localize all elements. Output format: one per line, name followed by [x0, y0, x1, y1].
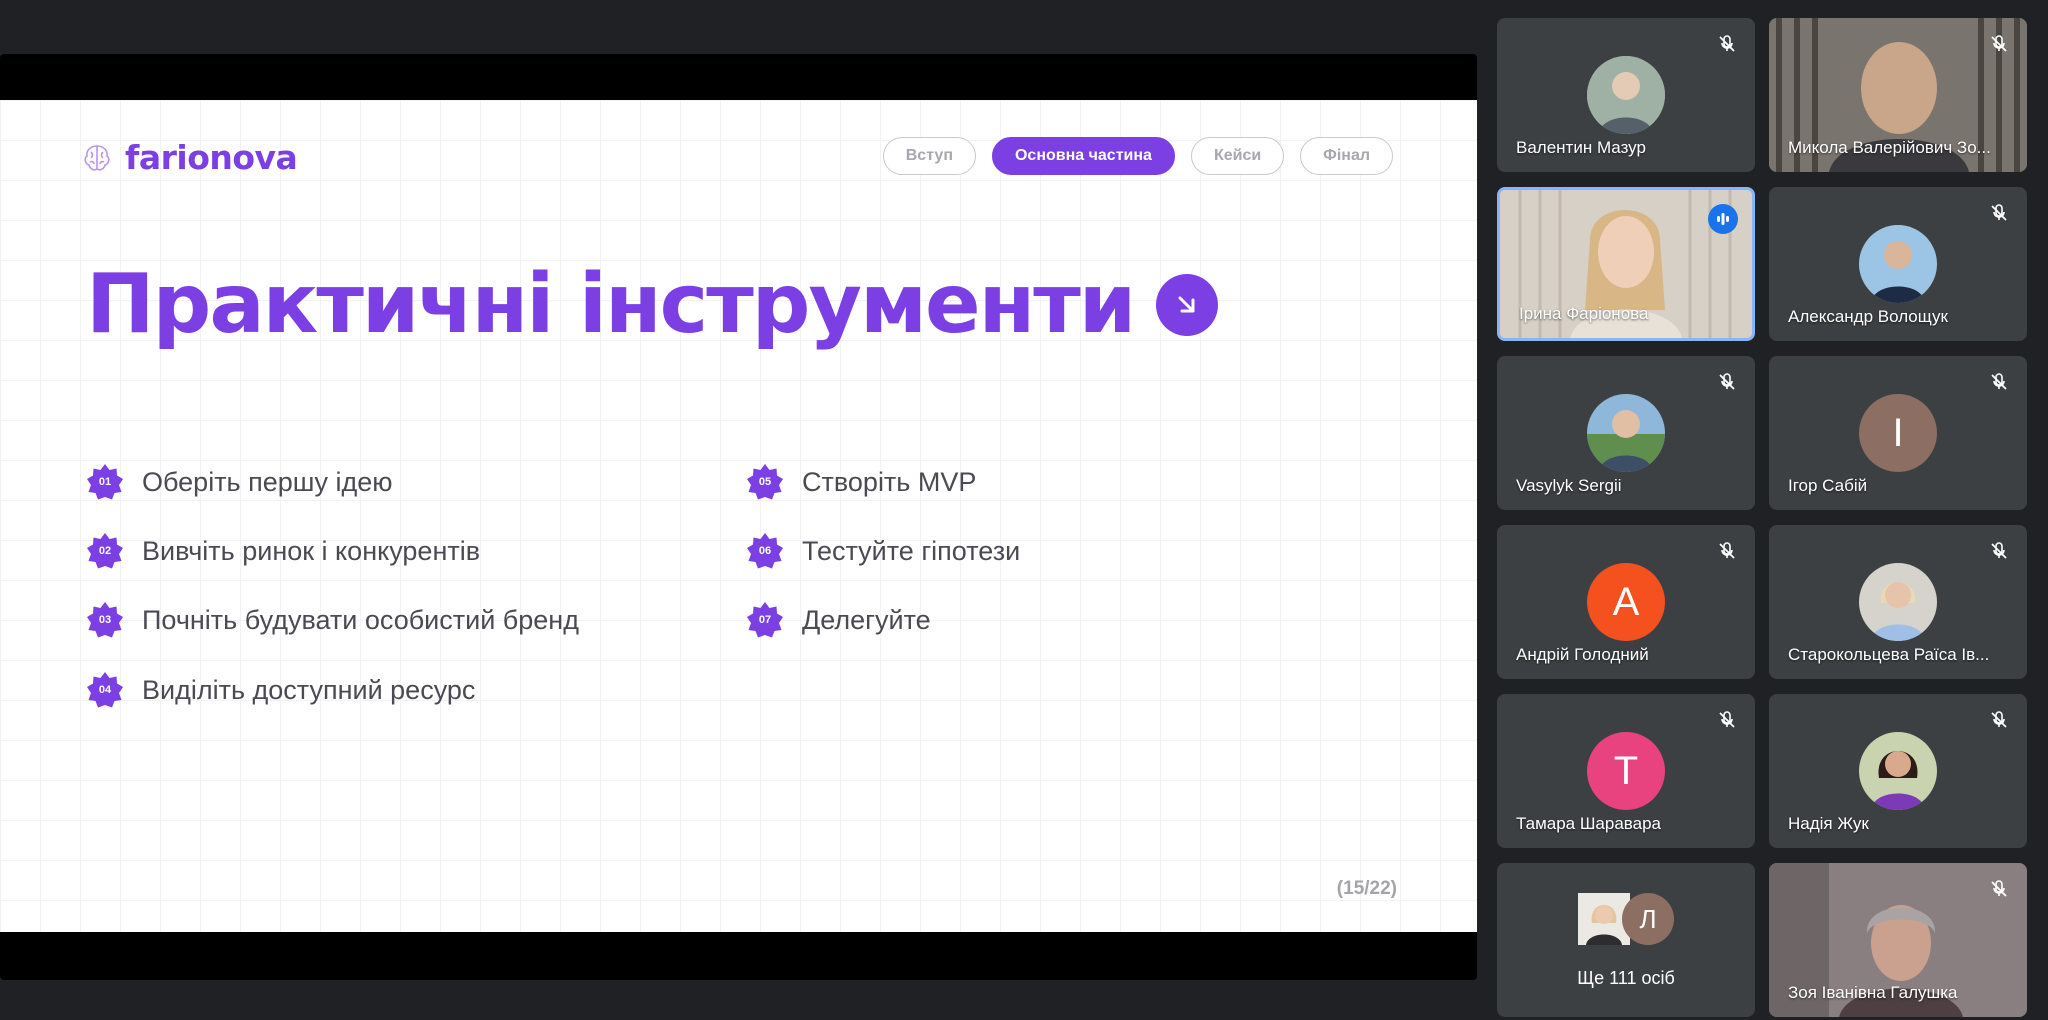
- list-item-text: Делегуйте: [802, 604, 931, 635]
- participant-tile[interactable]: Валентин Мазур: [1497, 18, 1755, 172]
- number-badge-icon: 04: [86, 671, 124, 709]
- initial-avatar: Т: [1587, 732, 1665, 810]
- badge-number: 07: [758, 614, 772, 626]
- badge-number: 05: [758, 476, 772, 488]
- mic-off-icon: [1719, 35, 1735, 52]
- list-item: 02 Вивчіть ринок і конкурентів: [86, 532, 480, 570]
- participant-name: Микола Валерійович Зо...: [1788, 138, 1991, 157]
- initial-avatar: Л: [1622, 893, 1674, 945]
- speaking-indicator-icon: [1708, 204, 1738, 234]
- more-participants-tile[interactable]: Л Ще 111 осіб: [1497, 863, 1755, 1017]
- participant-tile[interactable]: І Ігор Сабій: [1769, 356, 2027, 510]
- profile-photo-avatar: [1859, 732, 1937, 810]
- participant-name: Александр Волощук: [1788, 307, 1948, 326]
- list-item: 04 Виділіть доступний ресурс: [86, 671, 475, 709]
- list-item-text: Створіть MVP: [802, 466, 977, 497]
- badge-number: 02: [98, 545, 112, 557]
- participant-name: Зоя Іванівна Галушка: [1788, 983, 1958, 1002]
- list-item-text: Тестуйте гіпотези: [802, 535, 1021, 566]
- profile-photo-avatar: [1587, 56, 1665, 134]
- mic-off-icon: [1991, 35, 2007, 52]
- list-item-text: Почніть будувати особистий бренд: [142, 604, 579, 635]
- list-item: 07 Делегуйте: [746, 601, 931, 639]
- participant-tile[interactable]: Зоя Іванівна Галушка: [1769, 863, 2027, 1017]
- badge-number: 06: [758, 545, 772, 557]
- mic-off-icon: [1991, 373, 2007, 390]
- slide-page-counter: (15/22): [1336, 878, 1397, 899]
- brain-logo-icon: [84, 144, 110, 171]
- more-participants-avatars: Л: [1578, 893, 1674, 945]
- list-item: 05 Створіть MVP: [746, 463, 976, 501]
- presented-slide: farionova Вступ Основна частина Кейси Фі…: [0, 100, 1477, 932]
- badge-number: 04: [98, 684, 112, 696]
- participant-name: Старокольцева Раїса Ів...: [1788, 645, 1990, 664]
- mic-off-icon: [1991, 880, 2007, 897]
- participant-tile-speaking[interactable]: Ірина Фаріонова: [1497, 187, 1755, 341]
- arrow-down-right-icon: [1156, 274, 1219, 336]
- list-item: 03 Почніть будувати особистий бренд: [86, 601, 579, 639]
- mic-off-icon: [1719, 373, 1735, 390]
- participant-tile[interactable]: Vasylyk Sergii: [1497, 356, 1755, 510]
- mic-off-icon: [1719, 542, 1735, 559]
- tips-list: 01 Оберіть першу ідею 02 Вивчіть ринок і…: [86, 463, 1186, 763]
- participant-tile[interactable]: Александр Волощук: [1769, 187, 2027, 341]
- participant-tile[interactable]: Т Тамара Шаравара: [1497, 694, 1755, 848]
- mic-off-icon: [1991, 542, 2007, 559]
- number-badge-icon: 06: [746, 532, 784, 570]
- participant-name: Ігор Сабій: [1788, 476, 1868, 495]
- participant-tile[interactable]: Старокольцева Раїса Ів...: [1769, 525, 2027, 679]
- list-item-text: Оберіть першу ідею: [142, 466, 393, 497]
- badge-number: 03: [98, 614, 112, 626]
- initial-avatar: І: [1859, 394, 1937, 472]
- mic-off-icon: [1991, 711, 2007, 728]
- participant-name: Валентин Мазур: [1516, 138, 1646, 157]
- participant-name: Андрій Голодний: [1516, 645, 1649, 664]
- participant-name: Надія Жук: [1788, 814, 1869, 833]
- participant-tile[interactable]: А Андрій Голодний: [1497, 525, 1755, 679]
- initial-avatar: А: [1587, 563, 1665, 641]
- participant-tile[interactable]: Микола Валерійович Зо...: [1769, 18, 2027, 172]
- list-item: 01 Оберіть першу ідею: [86, 463, 392, 501]
- number-badge-icon: 05: [746, 463, 784, 501]
- brand-logo: farionova: [81, 138, 298, 177]
- number-badge-icon: 07: [746, 601, 784, 639]
- nav-pill-final: Фінал: [1300, 137, 1393, 175]
- presentation-stage: farionova Вступ Основна частина Кейси Фі…: [0, 54, 1477, 980]
- profile-photo-avatar: [1587, 394, 1665, 472]
- nav-pill-intro: Вступ: [882, 137, 976, 175]
- mic-off-icon: [1991, 204, 2007, 221]
- number-badge-icon: 03: [86, 601, 124, 639]
- participant-tile[interactable]: Надія Жук: [1769, 694, 2027, 848]
- slide-title-row: Практичні інструменти: [86, 257, 1219, 352]
- nav-pill-main: Основна частина: [991, 137, 1175, 175]
- profile-photo-avatar: [1859, 563, 1937, 641]
- more-participants-label: Ще 111 осіб: [1577, 968, 1675, 988]
- nav-pill-cases: Кейси: [1190, 137, 1285, 175]
- badge-number: 01: [98, 476, 112, 488]
- brand-name: farionova: [125, 138, 298, 177]
- number-badge-icon: 01: [86, 463, 124, 501]
- list-item: 06 Тестуйте гіпотези: [746, 532, 1020, 570]
- participant-name: Ірина Фаріонова: [1519, 304, 1649, 323]
- number-badge-icon: 02: [86, 532, 124, 570]
- participant-name: Тамара Шаравара: [1516, 814, 1661, 833]
- slide-section-nav: Вступ Основна частина Кейси Фінал: [882, 137, 1393, 175]
- list-item-text: Вивчіть ринок і конкурентів: [142, 535, 481, 566]
- mic-off-icon: [1719, 711, 1735, 728]
- profile-photo-avatar: [1859, 225, 1937, 303]
- slide-title: Практичні інструменти: [86, 257, 1136, 352]
- participant-name: Vasylyk Sergii: [1516, 476, 1622, 495]
- list-item-text: Виділіть доступний ресурс: [142, 674, 476, 705]
